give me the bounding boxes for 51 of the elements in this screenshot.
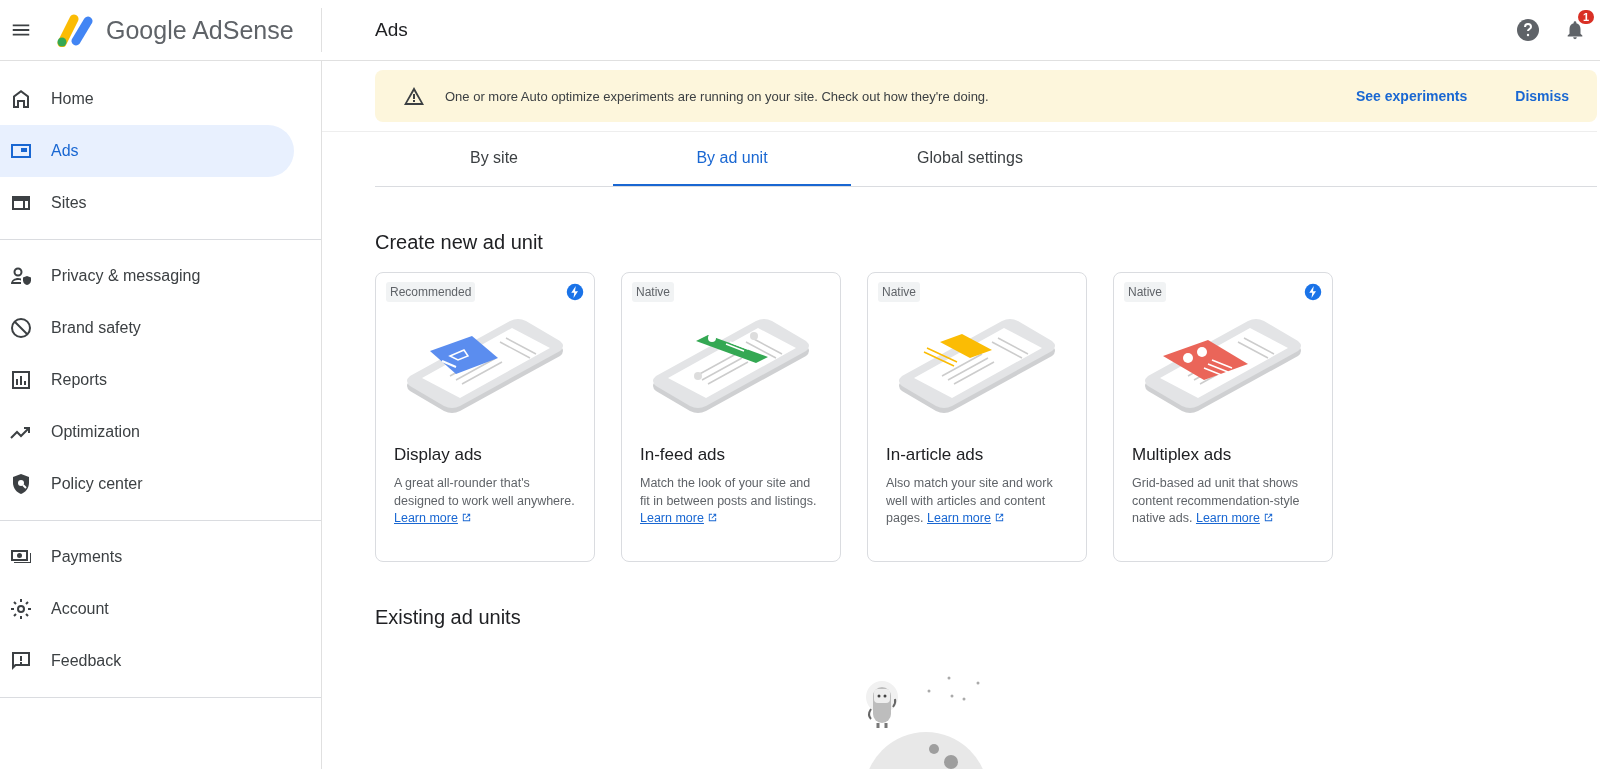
tab[interactable]: By ad unit <box>613 132 851 186</box>
page-title: Ads <box>375 19 409 41</box>
ad-type-card[interactable]: Native In-article ads Also match your site and work well with articles and content pages. Learn more <box>867 272 1087 562</box>
learn-more-link[interactable]: Learn more <box>927 511 991 525</box>
settings-icon <box>9 597 33 621</box>
ad-type-card[interactable]: Native In-feed ads Match the look of your site and fit in between posts and listings. Learn more <box>621 272 841 562</box>
help-icon[interactable] <box>1516 18 1540 42</box>
banner-link[interactable]: Dismiss <box>1515 88 1569 104</box>
product-name: Google AdSense <box>106 15 294 45</box>
card-description: A great all-rounder that's designed to work well anywhere. Learn more <box>394 475 576 527</box>
nav-item[interactable]: Home <box>0 73 294 125</box>
bar-chart-icon <box>9 368 33 392</box>
card-title: In-article ads <box>886 445 985 465</box>
nav-item[interactable]: Payments <box>0 531 294 583</box>
nav-item[interactable]: Privacy & messaging <box>0 250 294 302</box>
card-tag: Recommended <box>386 282 476 302</box>
section-heading: Create new ad unit <box>375 231 544 254</box>
card-tag: Native <box>878 282 920 302</box>
external-link-icon[interactable] <box>994 512 1006 523</box>
tab[interactable]: By site <box>375 132 613 186</box>
ad-type-card[interactable]: Recommended Display ads A great all-rounder that's designed to work well anywhere. Learn more <box>375 272 595 562</box>
card-tag: Native <box>632 282 674 302</box>
card-title: In-feed ads <box>640 445 727 465</box>
nav-item[interactable]: Policy center <box>0 458 294 510</box>
external-link-icon[interactable] <box>707 512 719 523</box>
section-heading: Existing ad units <box>375 606 522 629</box>
card-description: Match the look of your site and fit in between posts and listings. Learn more <box>640 475 818 527</box>
nav-item[interactable]: Account <box>0 583 294 635</box>
nav-item[interactable]: Ads <box>0 125 294 177</box>
block-icon <box>9 316 33 340</box>
card-description: Also match your site and work well with articles and content pages. Learn more <box>886 475 1054 527</box>
external-link-icon[interactable] <box>461 512 473 523</box>
nav-item[interactable]: Brand safety <box>0 302 294 354</box>
feedback-icon <box>9 649 33 673</box>
card-tag: Native <box>1124 282 1166 302</box>
learn-more-link[interactable]: Learn more <box>394 511 458 525</box>
banner-link[interactable]: See experiments <box>1356 88 1468 104</box>
notice-message: One or more Auto optimize experiments are running on your site. Check out how they're doing. <box>445 88 990 104</box>
card-title: Multiplex ads <box>1132 445 1233 465</box>
nav-item[interactable]: Reports <box>0 354 294 406</box>
card-description: Grid-based ad unit that shows content recommendation-style native ads. Learn more <box>1132 475 1301 527</box>
learn-more-link[interactable]: Learn more <box>640 511 704 525</box>
nav-item[interactable]: Sites <box>0 177 294 229</box>
notification-badge: 1 <box>1577 10 1594 24</box>
tab[interactable]: Global settings <box>851 132 1089 186</box>
learn-more-link[interactable]: Learn more <box>1195 511 1260 525</box>
card-title: Display ads <box>394 445 483 465</box>
ad-type-card[interactable]: Native Multiplex ads Grid-based ad unit that shows content recommendation-style native ads. Learn more <box>1113 272 1333 562</box>
nav-item[interactable]: Feedback <box>0 635 294 687</box>
nav-item[interactable]: Optimization <box>0 406 294 458</box>
external-link-icon[interactable] <box>1263 512 1275 523</box>
